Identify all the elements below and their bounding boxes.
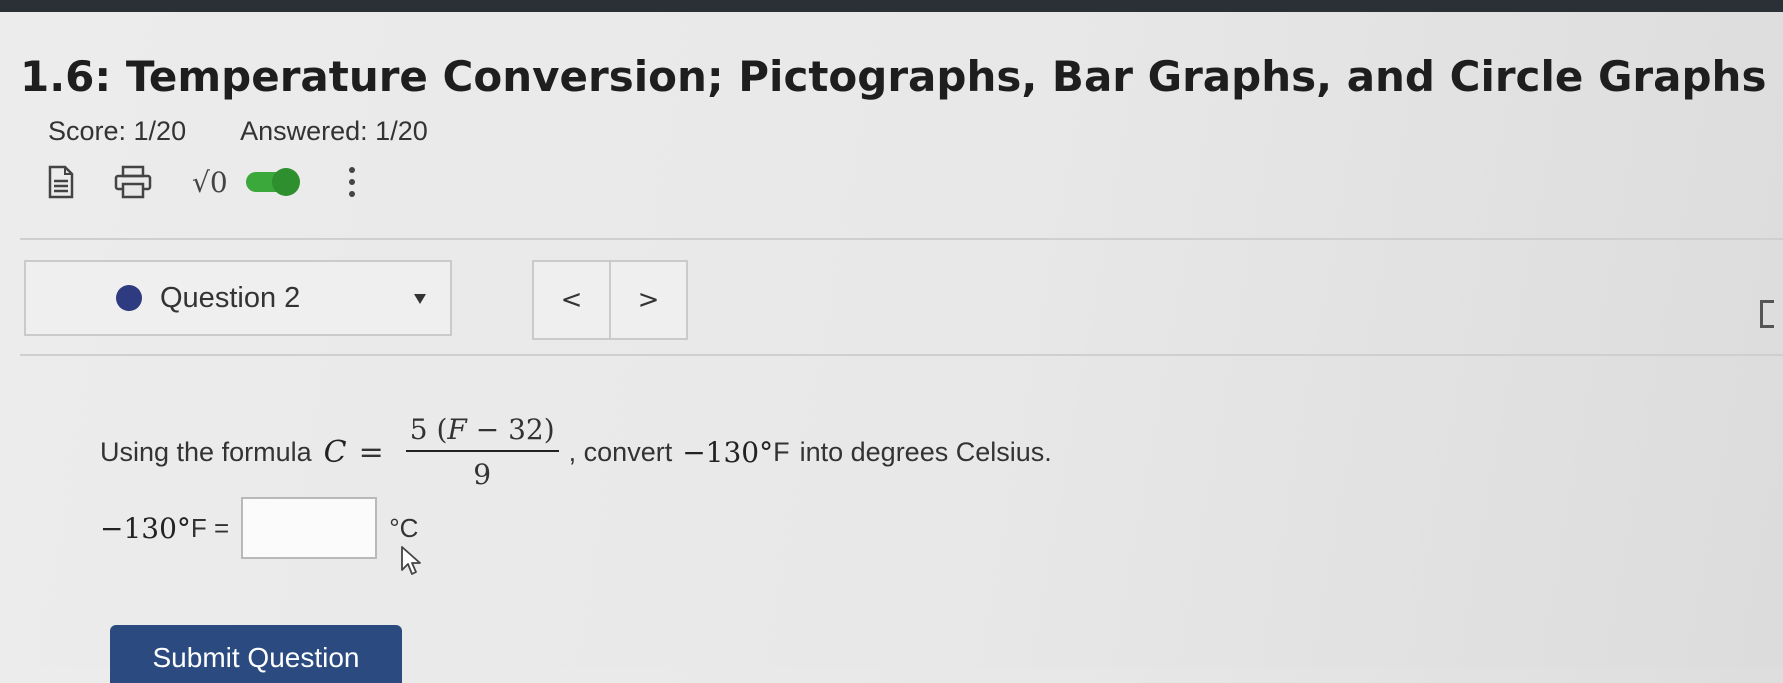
prev-question-button[interactable]: <	[534, 262, 609, 338]
sqrt-icon[interactable]: √0	[192, 166, 228, 199]
question-select[interactable]: Question 2	[24, 260, 452, 336]
toggle-switch[interactable]	[245, 168, 300, 196]
divider-bottom	[20, 354, 1783, 356]
prompt-value: −130°	[682, 435, 774, 469]
more-vertical-icon[interactable]	[348, 165, 356, 199]
prompt-intro: Using the formula	[100, 436, 312, 467]
answer-lhs-value: −130°	[100, 511, 191, 545]
score-line: Score: 1/20 Answered: 1/20	[48, 116, 476, 147]
prompt-value-unit: F	[773, 436, 790, 467]
formula-fraction: 5 (F − 32) 9	[405, 413, 559, 491]
top-bar	[0, 0, 1783, 12]
print-icon[interactable]	[114, 165, 152, 199]
toolbar: √0	[48, 160, 396, 204]
fraction-denominator: 9	[473, 458, 492, 491]
answer-lhs-unit: F =	[190, 512, 230, 543]
prompt-convert: , convert	[568, 436, 673, 467]
fraction-numerator: 5 (F − 32)	[405, 413, 559, 452]
submit-question-button[interactable]: Submit Question	[110, 625, 402, 683]
question-prompt: Using the formula C = 5 (F − 32) 9 , con…	[100, 402, 1052, 502]
next-question-button[interactable]: >	[609, 262, 686, 338]
prompt-tail: into degrees Celsius.	[799, 436, 1052, 467]
document-icon[interactable]	[48, 165, 74, 199]
answer-input[interactable]	[241, 497, 378, 559]
score-text: Score: 1/20	[48, 116, 187, 146]
answer-rhs-unit: °C	[389, 512, 419, 543]
question-select-label: Question 2	[160, 281, 301, 314]
question-nav: < >	[532, 260, 688, 340]
question-status-dot	[116, 285, 142, 311]
edge-bracket-icon	[1760, 300, 1774, 328]
formula-lhs: C	[323, 434, 347, 470]
answered-text: Answered: 1/20	[240, 116, 428, 146]
mouse-cursor-icon	[400, 545, 422, 581]
page-title: 1.6: Temperature Conversion; Pictographs…	[20, 52, 1767, 101]
divider-top	[20, 238, 1783, 240]
caret-down-icon	[414, 294, 426, 304]
answer-row: −130° F = °C	[100, 496, 418, 560]
formula-equals: =	[358, 434, 384, 470]
